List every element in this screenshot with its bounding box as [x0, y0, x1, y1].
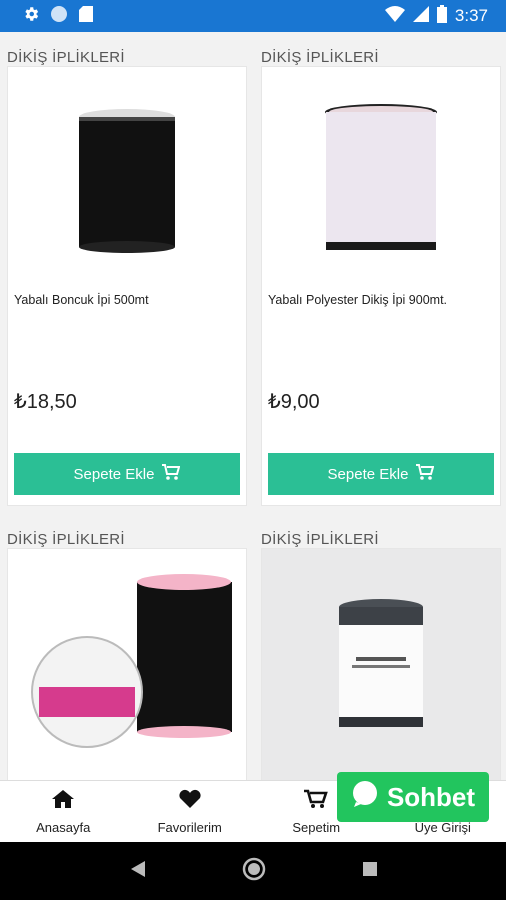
tab-label: Favorilerim [157, 819, 222, 835]
product-image[interactable] [8, 549, 246, 774]
home-icon [51, 789, 75, 814]
product-image[interactable] [262, 67, 500, 292]
add-to-cart-button[interactable]: Sepete Ekle [14, 453, 240, 495]
product-column: DİKİŞ İPLİKLERİ Yabalı Boncuk İpi 500mt … [7, 38, 247, 506]
status-bar: 3:37 [0, 0, 506, 32]
product-title[interactable]: Yabalı Polyester Dikiş İpi 900mt. [262, 292, 500, 352]
recents-icon[interactable] [361, 860, 379, 883]
category-label: DİKİŞ İPLİKLERİ [261, 49, 379, 66]
cart-icon [416, 464, 435, 484]
cart-icon [304, 789, 329, 814]
product-card[interactable]: Yabalı Boncuk İpi 500mt ₺18,50 Sepete Ek… [7, 66, 247, 506]
product-card[interactable] [7, 548, 247, 780]
add-to-cart-label: Sepete Ekle [73, 465, 155, 483]
tab-home[interactable]: Anasayfa [0, 781, 127, 842]
tab-label: Anasayfa [36, 819, 91, 835]
chat-label: Sohbet [386, 781, 476, 812]
product-column: DİKİŞ İPLİKLERİ [261, 520, 501, 780]
product-grid: DİKİŞ İPLİKLERİ Yabalı Boncuk İpi 500mt … [0, 32, 506, 780]
gear-icon [22, 5, 40, 28]
product-column: DİKİŞ İPLİKLERİ Yabalı Polyester Dikiş İ… [261, 38, 501, 506]
tab-label: Sepetim [292, 819, 341, 835]
chat-button[interactable]: Sohbet [337, 772, 489, 822]
android-nav-bar [0, 842, 506, 900]
tab-favorites[interactable]: Favorilerim [127, 781, 254, 842]
product-price: ₺18,50 [14, 391, 77, 413]
add-to-cart-button[interactable]: Sepete Ekle [268, 453, 494, 495]
product-image[interactable] [262, 549, 500, 774]
category-label: DİKİŞ İPLİKLERİ [261, 531, 379, 548]
sd-card-icon [78, 5, 94, 28]
category-label: DİKİŞ İPLİKLERİ [7, 49, 125, 66]
signal-icon [412, 5, 429, 27]
category-label: DİKİŞ İPLİKLERİ [7, 531, 125, 548]
heart-icon [178, 789, 202, 814]
back-icon[interactable] [127, 859, 147, 884]
battery-icon [436, 4, 447, 28]
product-card[interactable] [261, 548, 501, 780]
cart-icon [162, 464, 181, 484]
product-title[interactable]: Yabalı Boncuk İpi 500mt [8, 292, 246, 352]
product-column: DİKİŞ İPLİKLERİ [7, 520, 247, 780]
home-circle-icon[interactable] [242, 857, 266, 886]
add-to-cart-label: Sepete Ekle [327, 465, 409, 483]
product-price: ₺9,00 [268, 391, 320, 413]
product-image[interactable] [8, 67, 246, 292]
clock: 3:37 [454, 6, 488, 25]
product-card[interactable]: Yabalı Polyester Dikiş İpi 900mt. ₺9,00 … [261, 66, 501, 506]
chat-bubble-icon [351, 780, 379, 815]
wifi-icon [384, 5, 405, 27]
circle-icon [50, 5, 68, 28]
